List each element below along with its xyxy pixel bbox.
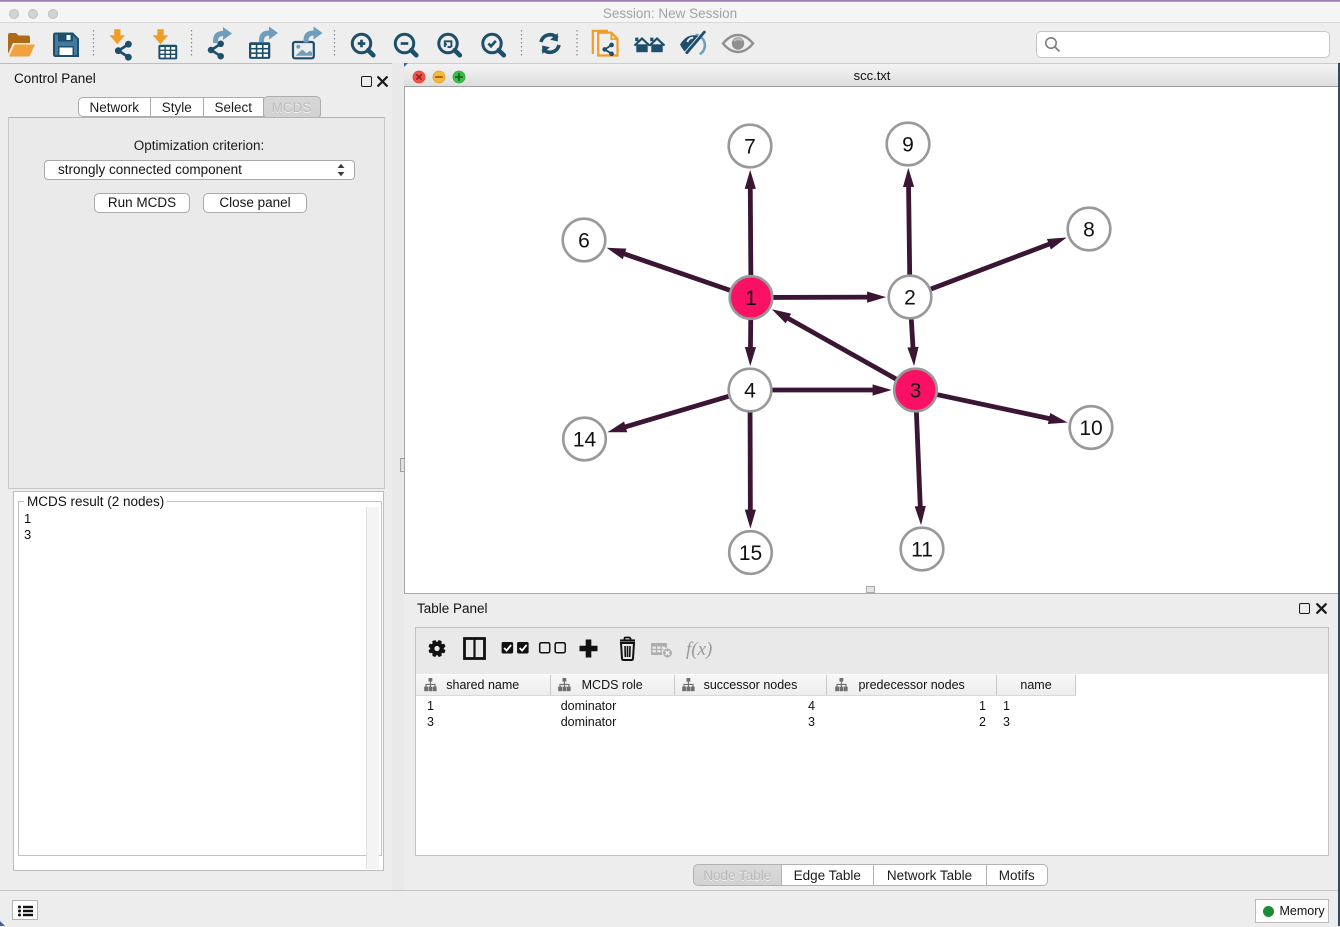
svg-text:6: 6 xyxy=(578,230,590,253)
svg-text:1: 1 xyxy=(745,287,757,310)
svg-text:15: 15 xyxy=(739,542,762,565)
svg-text:4: 4 xyxy=(744,380,756,403)
svg-text:9: 9 xyxy=(902,134,914,157)
svg-text:8: 8 xyxy=(1083,219,1095,242)
svg-text:2: 2 xyxy=(904,287,916,310)
svg-text:14: 14 xyxy=(573,429,597,452)
svg-text:3: 3 xyxy=(910,380,922,403)
svg-text:11: 11 xyxy=(911,539,933,562)
svg-text:10: 10 xyxy=(1079,417,1102,440)
svg-text:7: 7 xyxy=(744,136,756,159)
svg-text:f(x): f(x) xyxy=(686,639,712,660)
